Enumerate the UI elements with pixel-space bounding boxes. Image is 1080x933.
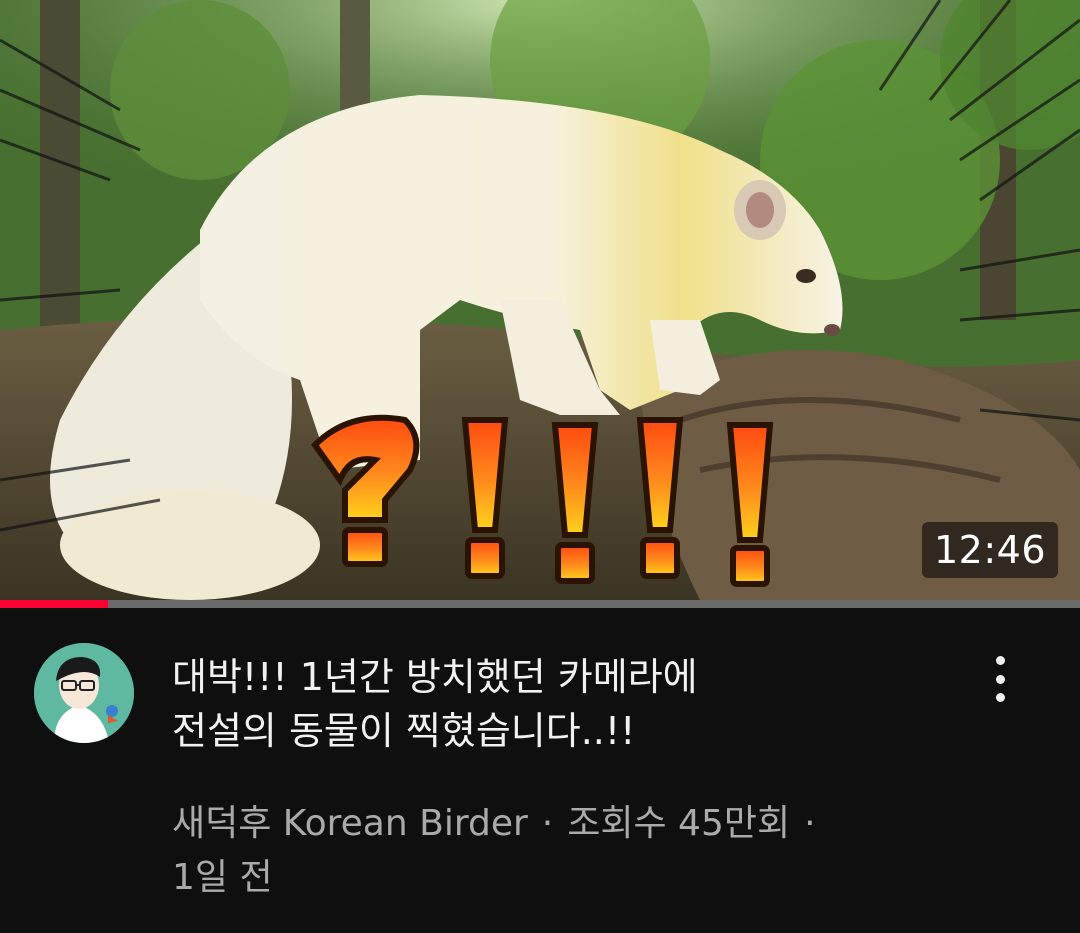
meta-separator: · <box>804 803 816 844</box>
thumbnail-image <box>0 0 1080 600</box>
video-duration: 12:46 <box>921 522 1058 578</box>
video-title-line-1: 대박!!! 1년간 방치했던 카메라에 <box>172 655 698 699</box>
video-metadata: 새덕후 Korean Birder · 조회수 45만회 · 1일 전 <box>172 797 972 905</box>
video-title-line-2: 전설의 동물이 찍혔습니다..!! <box>172 709 636 753</box>
avatar-image <box>34 643 134 743</box>
video-thumbnail[interactable]: 12:46 <box>0 0 1080 600</box>
channel-name[interactable]: 새덕후 Korean Birder <box>172 803 528 844</box>
watch-progress-fill <box>0 600 108 608</box>
meta-separator: · <box>541 803 554 844</box>
upload-age: 1일 전 <box>172 857 273 898</box>
video-title[interactable]: 대박!!! 1년간 방치했던 카메라에 전설의 동물이 찍혔습니다..!! <box>172 650 952 758</box>
watch-progress-bar <box>0 600 1080 608</box>
view-count: 조회수 45만회 <box>567 803 791 844</box>
channel-avatar[interactable] <box>34 643 134 743</box>
more-vert-icon[interactable] <box>978 652 1022 706</box>
